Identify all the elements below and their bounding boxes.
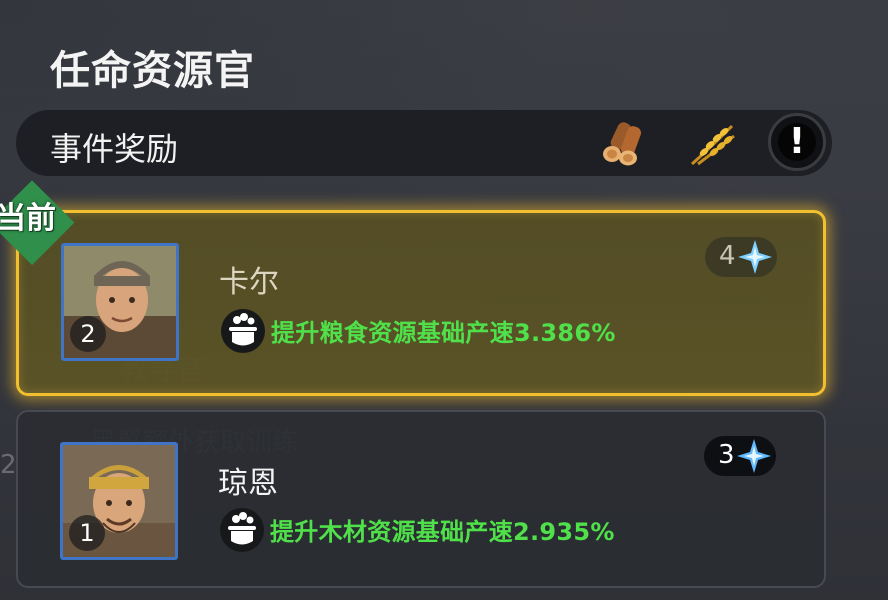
wood-logs-icon[interactable] (600, 120, 650, 166)
officer-star-level: 3 (704, 436, 776, 476)
cooking-pot-icon (221, 309, 265, 353)
current-badge-label: 当前 (0, 201, 56, 236)
star-count: 3 (718, 440, 735, 470)
officer-skill: 提升木材资源基础产速2.935% (270, 518, 615, 546)
officer-card-current[interactable]: 2 卡尔 提升粮食资源基础产速3.386% 4 (16, 210, 826, 396)
cooking-pot-icon (220, 508, 264, 552)
star-count: 4 (719, 241, 736, 271)
officer-card[interactable]: 1 琼恩 提升木材资源基础产速2.935% 3 (16, 410, 826, 588)
wheat-icon[interactable] (684, 118, 738, 170)
officer-rank: 2 (70, 316, 106, 352)
current-badge: 当前 (0, 180, 78, 266)
blue-star-icon (738, 240, 772, 274)
officer-name: 卡尔 (219, 265, 279, 300)
officer-skill: 提升粮食资源基础产速3.386% (271, 319, 616, 347)
officer-portrait[interactable]: 2 (61, 243, 179, 361)
event-reward-label: 事件奖励 (50, 130, 179, 168)
panel-title: 任命资源官 (50, 48, 255, 94)
officer-rank: 1 (69, 515, 105, 551)
background-text: 2 (0, 450, 17, 480)
officer-name: 琼恩 (218, 466, 278, 501)
officer-portrait[interactable]: 1 (60, 442, 178, 560)
blue-star-icon (737, 439, 771, 473)
event-reward-bar: 事件奖励 ! (16, 110, 832, 176)
officer-star-level: 4 (705, 237, 777, 277)
alert-icon[interactable]: ! (768, 113, 826, 171)
